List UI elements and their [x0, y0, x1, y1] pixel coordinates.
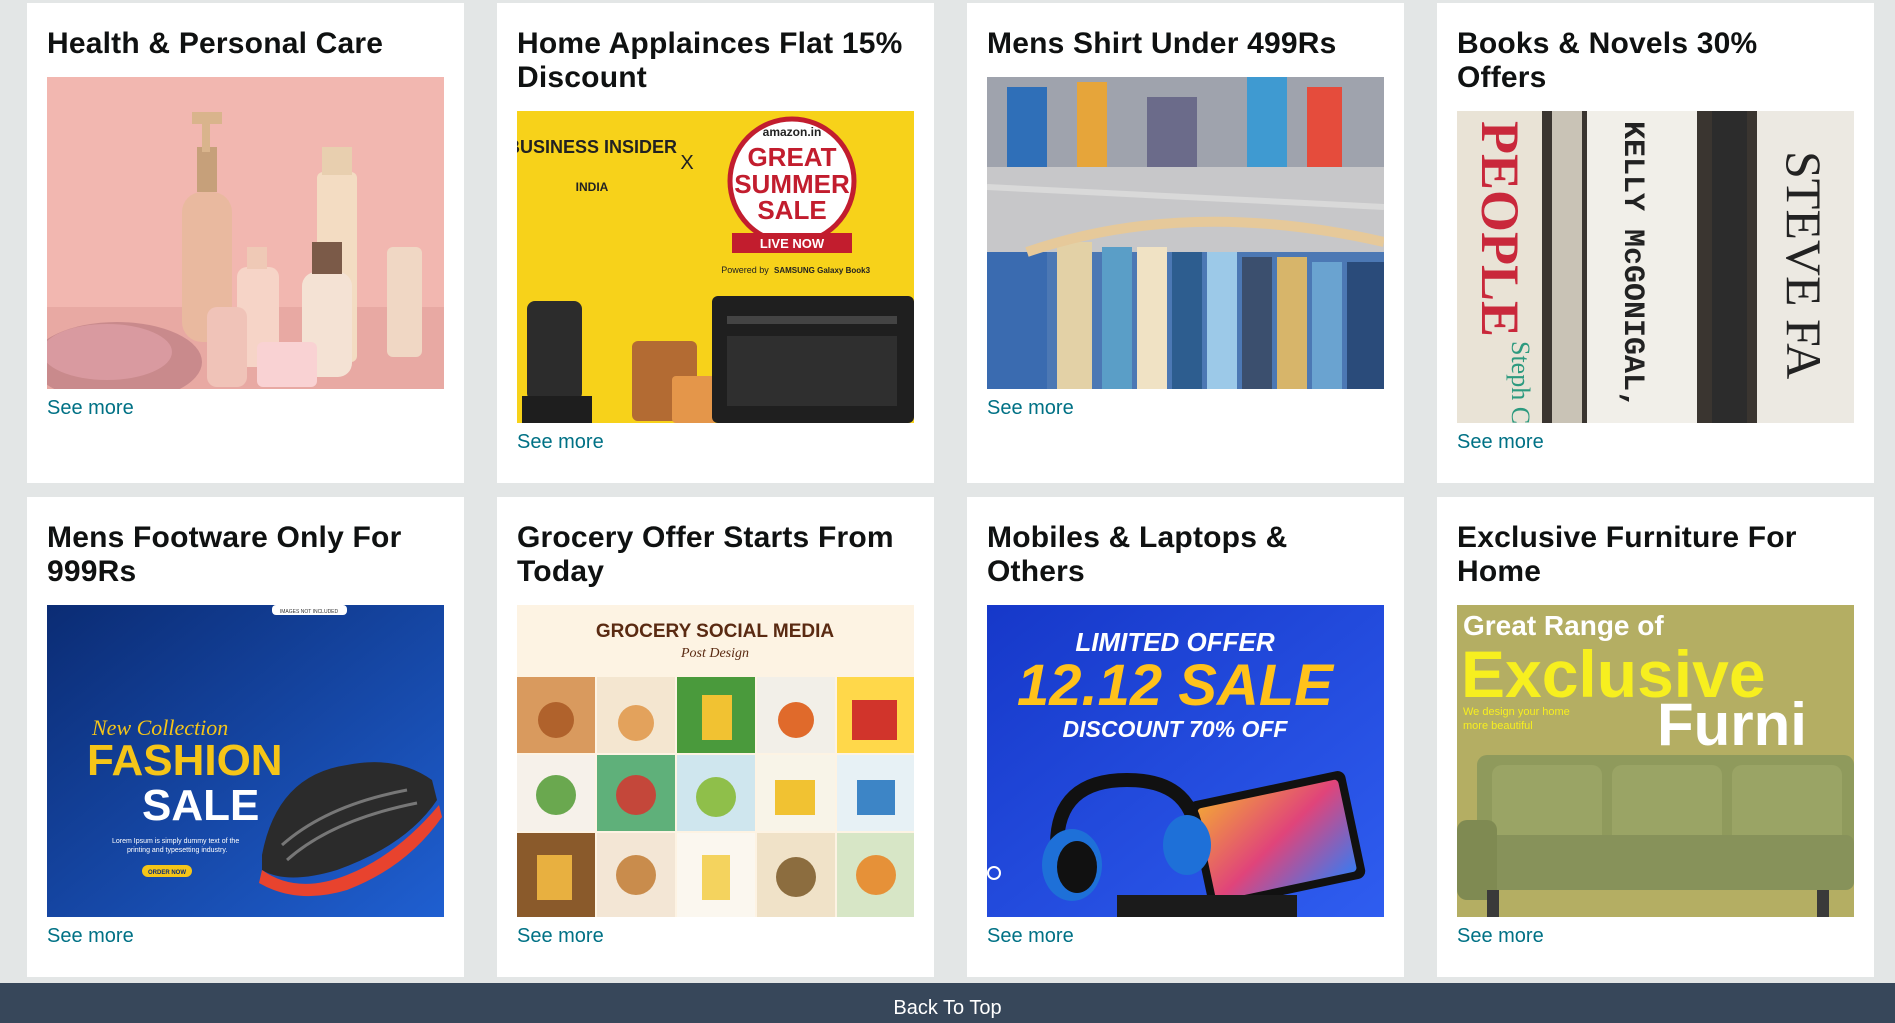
electronics-sale-image[interactable]: LIMITED OFFER 12.12 SALE DISCOUNT 70% OF…: [987, 605, 1384, 917]
see-more-link[interactable]: See more: [47, 397, 444, 420]
svg-text:Furni: Furni: [1657, 691, 1807, 758]
svg-text:ORDER NOW: ORDER NOW: [148, 870, 186, 876]
svg-text:SALE: SALE: [757, 195, 826, 225]
card-title: Exclusive Furniture For Home: [1457, 521, 1797, 588]
store-name: amazon.in: [763, 125, 822, 139]
see-more-link[interactable]: See more: [987, 925, 1384, 948]
grocery-post-grid-image[interactable]: GROCERY SOCIAL MEDIA Post Design: [517, 605, 914, 917]
svg-text:X: X: [680, 152, 693, 174]
card-title: Mens Footware Only For 999Rs: [47, 521, 402, 588]
card-furniture: Exclusive Furniture For Home Great Range…: [1437, 497, 1874, 977]
fashion-sale-shoe-image[interactable]: IMAGES NOT INCLUDED New Collection FASHI…: [47, 605, 444, 917]
book-spines-image[interactable]: PEOPLE Steph Covey KELLY McGONIGAL, PhD …: [1457, 111, 1854, 423]
svg-text:KELLY McGONIGAL, PhD: KELLY McGONIGAL, PhD: [1615, 121, 1649, 423]
summer-sale-appliances-image[interactable]: amazon.in GREAT SUMMER SALE LIVE NOW Pow…: [517, 111, 914, 423]
svg-text:Steph Covey: Steph Covey: [1506, 341, 1535, 423]
card-home-appliances: Home Applainces Flat 15% Discount amazon…: [497, 3, 934, 483]
card-title: Health & Personal Care: [47, 27, 384, 60]
card-health-personal-care: Health & Personal Care See more: [27, 3, 464, 483]
svg-text:Lorem Ipsum is simply dummy te: Lorem Ipsum is simply dummy text of the: [112, 838, 239, 845]
see-more-link[interactable]: See more: [1457, 431, 1854, 454]
see-more-link[interactable]: See more: [517, 431, 914, 454]
svg-text:DISCOUNT 70% OFF: DISCOUNT 70% OFF: [1063, 716, 1289, 742]
svg-text:FASHION: FASHION: [87, 736, 283, 785]
card-mens-shirt: Mens Shirt Under 499Rs See more: [967, 3, 1404, 483]
svg-text:printing and typesetting indus: printing and typesetting industry.: [127, 847, 227, 854]
svg-text:We design your home: We design your home: [1463, 706, 1570, 718]
card-grid: Health & Personal Care See more Home App…: [27, 3, 1874, 977]
back-to-top-button[interactable]: Back To Top: [0, 983, 1895, 1023]
svg-text:PEOPLE: PEOPLE: [1470, 121, 1530, 337]
shirts-on-rack-image[interactable]: [987, 77, 1384, 389]
svg-text:INDIA: INDIA: [576, 180, 609, 194]
svg-text:GROCERY SOCIAL MEDIA: GROCERY SOCIAL MEDIA: [596, 621, 835, 642]
svg-text:BUSINESS INSIDER: BUSINESS INSIDER: [517, 137, 677, 157]
svg-text:Post Design: Post Design: [680, 646, 749, 661]
see-more-link[interactable]: See more: [517, 925, 914, 948]
card-title: Mens Shirt Under 499Rs: [987, 27, 1337, 60]
card-books-novels: Books & Novels 30% Offers PEOPLE Steph C…: [1437, 3, 1874, 483]
svg-text:more beautiful: more beautiful: [1463, 720, 1533, 732]
furniture-sofa-image[interactable]: Great Range of Exclusive We design your …: [1457, 605, 1854, 917]
cosmetic-bottles-image[interactable]: [47, 77, 444, 389]
see-more-link[interactable]: See more: [987, 397, 1384, 420]
card-mens-footware: Mens Footware Only For 999Rs IMAGES NOT …: [27, 497, 464, 977]
card-title: Books & Novels 30% Offers: [1457, 27, 1758, 94]
svg-text:SAMSUNG Galaxy Book3: SAMSUNG Galaxy Book3: [774, 266, 871, 275]
svg-text:12.12 SALE: 12.12 SALE: [1017, 653, 1335, 718]
svg-text:SALE: SALE: [142, 781, 259, 830]
svg-text:LIVE NOW: LIVE NOW: [760, 236, 825, 251]
svg-text:IMAGES NOT INCLUDED: IMAGES NOT INCLUDED: [280, 609, 339, 615]
card-title: Grocery Offer Starts From Today: [517, 521, 894, 588]
card-title: Mobiles & Laptops & Others: [987, 521, 1288, 588]
svg-text:GREAT: GREAT: [747, 142, 836, 172]
card-mobiles-laptops: Mobiles & Laptops & Others LIMITED OFFER…: [967, 497, 1404, 977]
see-more-link[interactable]: See more: [1457, 925, 1854, 948]
card-title: Home Applainces Flat 15% Discount: [517, 27, 903, 94]
card-grocery: Grocery Offer Starts From Today GROCERY …: [497, 497, 934, 977]
svg-text:Powered by: Powered by: [721, 265, 769, 275]
svg-text:STEVE FA: STEVE FA: [1776, 151, 1832, 379]
see-more-link[interactable]: See more: [47, 925, 444, 948]
page: Health & Personal Care See more Home App…: [0, 0, 1895, 1023]
